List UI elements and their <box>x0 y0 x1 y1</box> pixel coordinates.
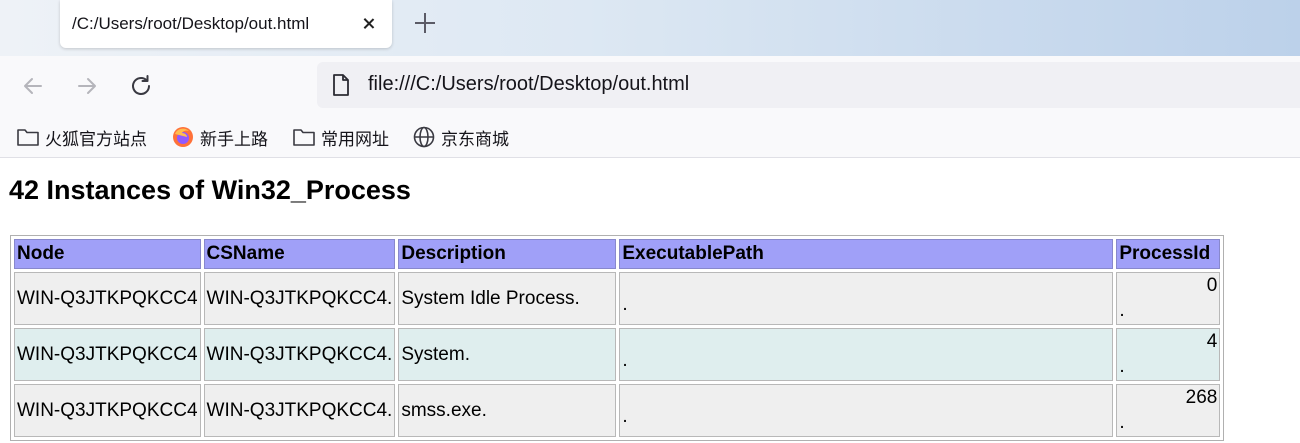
reload-icon[interactable] <box>125 70 157 102</box>
cell-processid: 0 . <box>1116 272 1221 325</box>
column-header-processid: ProcessId <box>1116 239 1221 269</box>
cell-description: System. <box>398 328 617 381</box>
folder-icon <box>293 129 315 146</box>
column-header-csname: CSName <box>203 239 396 269</box>
tab-strip: /C:/Users/root/Desktop/out.html <box>0 0 1300 56</box>
processid-value: 268 <box>1185 387 1218 408</box>
table-header-row: Node CSName Description ExecutablePath P… <box>14 239 1221 269</box>
firefox-icon <box>173 127 193 147</box>
processid-suffix: . <box>1119 356 1125 377</box>
cell-description: smss.exe. <box>398 384 617 437</box>
processid-value: 0 <box>1206 275 1218 296</box>
bookmark-jd-mall[interactable]: 京东商城 <box>412 116 509 158</box>
forward-icon[interactable] <box>71 70 103 102</box>
cell-csname: WIN-Q3JTKPQKCC4. <box>203 272 396 325</box>
page-content: 42 Instances of Win32_Process Node CSNam… <box>0 159 1300 443</box>
folder-icon <box>17 129 39 146</box>
processid-suffix: . <box>1119 412 1125 433</box>
process-table: Node CSName Description ExecutablePath P… <box>10 235 1225 441</box>
cell-csname: WIN-Q3JTKPQKCC4. <box>203 384 396 437</box>
cell-processid: 4 . <box>1116 328 1221 381</box>
cell-csname: WIN-Q3JTKPQKCC4. <box>203 328 396 381</box>
url-text: file:///C:/Users/root/Desktop/out.html <box>368 73 690 95</box>
executablepath-value: . <box>622 405 628 427</box>
processid-value: 4 <box>1206 331 1218 352</box>
new-tab-icon[interactable] <box>412 10 438 36</box>
executablepath-value: . <box>622 293 628 315</box>
globe-icon <box>413 126 435 148</box>
page-icon <box>331 73 351 102</box>
cell-node: WIN-Q3JTKPQKCC4 <box>14 384 201 437</box>
bookmark-common-sites[interactable]: 常用网址 <box>292 116 389 158</box>
cell-executablepath: . <box>619 328 1114 381</box>
cell-node: WIN-Q3JTKPQKCC4 <box>14 272 201 325</box>
address-bar[interactable]: file:///C:/Users/root/Desktop/out.html <box>317 62 1300 108</box>
page-heading: 42 Instances of Win32_Process <box>9 175 411 205</box>
cell-processid: 268 . <box>1116 384 1221 437</box>
table-row: WIN-Q3JTKPQKCC4 WIN-Q3JTKPQKCC4. System.… <box>14 328 1221 381</box>
cell-description: System Idle Process. <box>398 272 617 325</box>
bookmarks-toolbar: 火狐官方站点 新手上路 常用网址 京东商城 <box>0 116 1300 158</box>
bookmark-label: 常用网址 <box>321 129 389 149</box>
cell-executablepath: . <box>619 272 1114 325</box>
table-row: WIN-Q3JTKPQKCC4 WIN-Q3JTKPQKCC4. smss.ex… <box>14 384 1221 437</box>
cell-executablepath: . <box>619 384 1114 437</box>
close-tab-icon[interactable] <box>358 13 380 35</box>
processid-suffix: . <box>1119 300 1125 321</box>
tab-title: /C:/Users/root/Desktop/out.html <box>72 14 310 33</box>
bookmark-firefox-official[interactable]: 火狐官方站点 <box>16 116 147 158</box>
table-row: WIN-Q3JTKPQKCC4 WIN-Q3JTKPQKCC4. System … <box>14 272 1221 325</box>
column-header-description: Description <box>398 239 617 269</box>
back-icon[interactable] <box>17 70 49 102</box>
column-header-executablepath: ExecutablePath <box>619 239 1114 269</box>
bookmark-label: 京东商城 <box>441 129 509 149</box>
executablepath-value: . <box>622 349 628 371</box>
cell-node: WIN-Q3JTKPQKCC4 <box>14 328 201 381</box>
bookmark-getting-started[interactable]: 新手上路 <box>171 116 268 158</box>
bookmark-label: 火狐官方站点 <box>45 129 147 149</box>
bookmark-label: 新手上路 <box>200 129 268 149</box>
active-tab[interactable]: /C:/Users/root/Desktop/out.html <box>60 0 392 48</box>
column-header-node: Node <box>14 239 201 269</box>
